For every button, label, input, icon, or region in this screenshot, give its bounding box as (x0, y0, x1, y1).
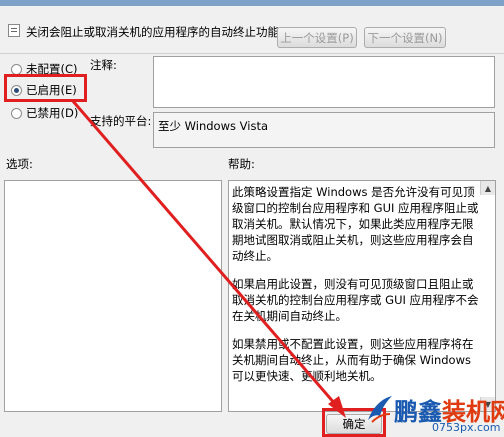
site-watermark: 鹏鑫装机网 0753px.com (366, 392, 504, 436)
annotation-arrow (70, 99, 346, 418)
annotation-arrow-line (70, 99, 344, 413)
watermark-bird-logo-icon (368, 396, 392, 423)
watermark-url: 0753px.com (432, 421, 501, 434)
